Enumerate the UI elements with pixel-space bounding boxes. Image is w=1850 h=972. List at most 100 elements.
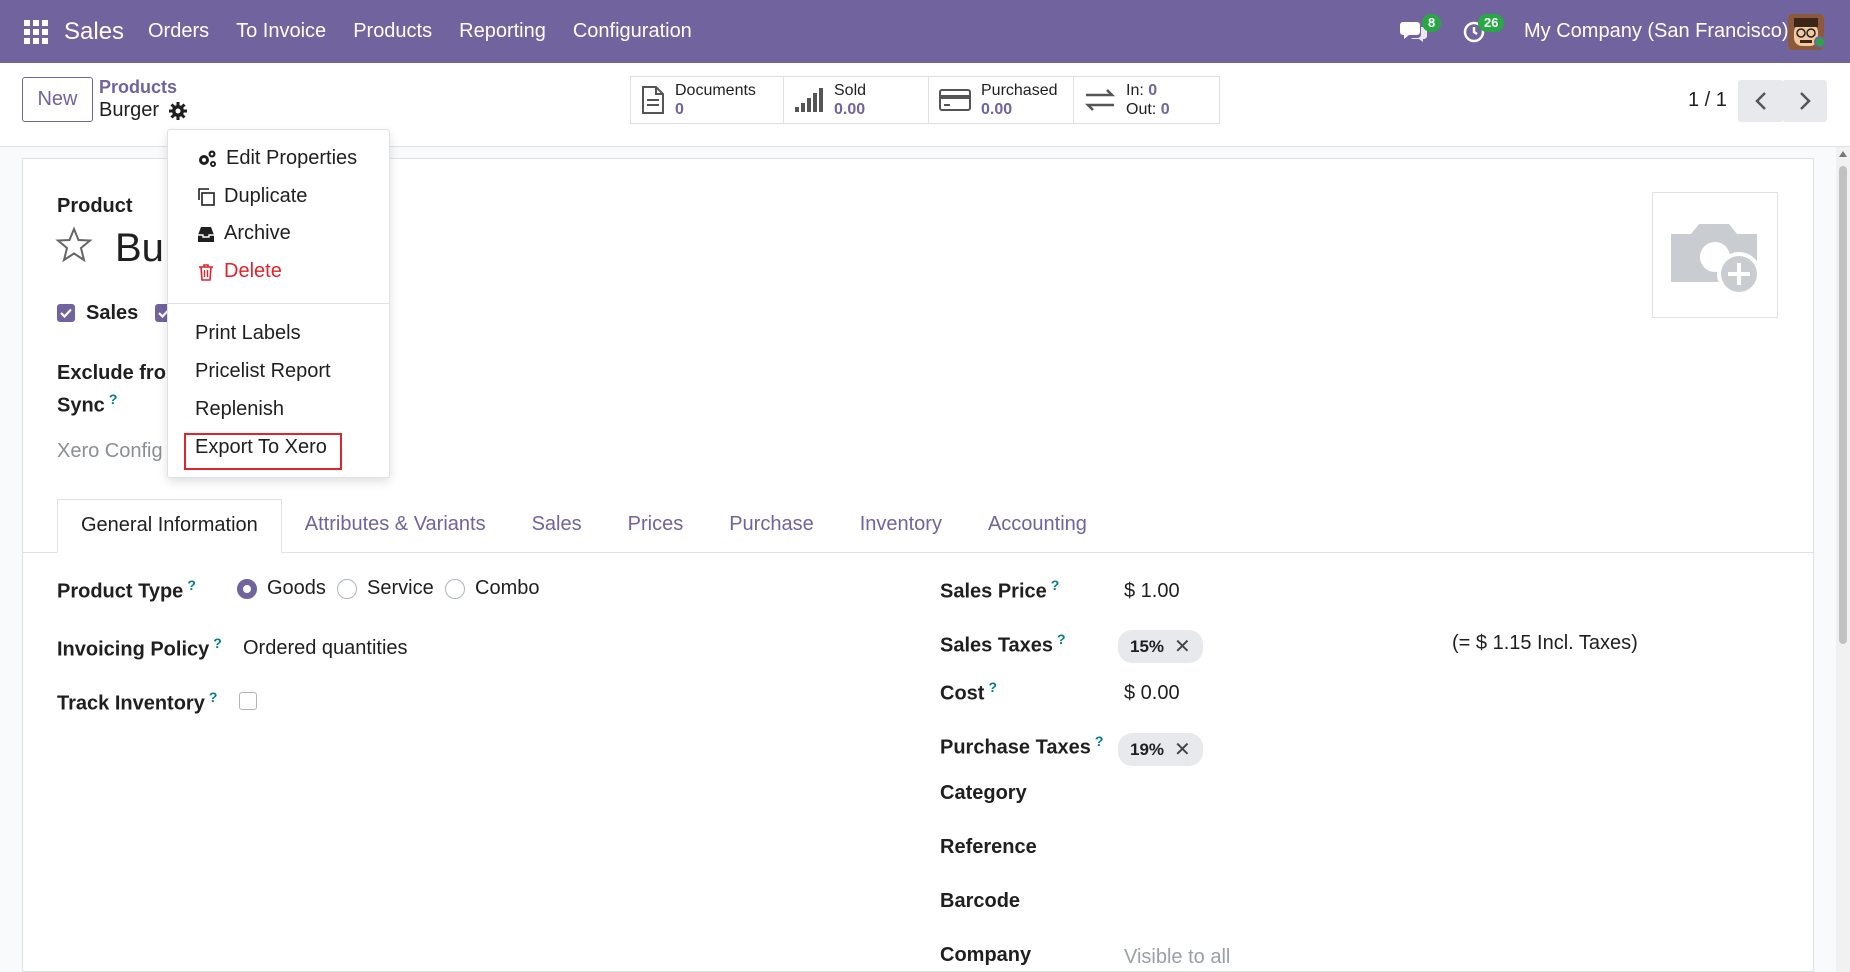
- tab-general-information[interactable]: General Information: [57, 499, 282, 553]
- document-icon: [642, 86, 664, 114]
- product-type-label: Product Type?: [57, 577, 196, 603]
- category-label: Category: [940, 782, 1027, 804]
- menu-to-invoice[interactable]: To Invoice: [236, 20, 326, 43]
- tab-sales[interactable]: Sales: [509, 499, 605, 553]
- scrollbar-thumb[interactable]: [1839, 166, 1847, 644]
- app-brand[interactable]: Sales: [64, 18, 124, 46]
- product-type-combo-label: Combo: [475, 577, 540, 599]
- archive-item[interactable]: Archive: [196, 222, 291, 245]
- export-to-xero-highlight: [184, 433, 342, 470]
- sales-tax-tag-label: 15%: [1130, 636, 1165, 656]
- cost-field[interactable]: $ 0.00: [1124, 682, 1180, 705]
- cost-label: Cost?: [940, 679, 998, 705]
- sales-checkbox-label: Sales: [86, 302, 139, 324]
- product-type-goods-radio[interactable]: [237, 579, 257, 599]
- remove-tag-icon[interactable]: ✕: [1174, 634, 1191, 659]
- duplicate-item[interactable]: Duplicate: [196, 185, 307, 208]
- purchase-taxes-label: Purchase Taxes?: [940, 733, 1104, 759]
- product-type-goods-label: Goods: [267, 577, 326, 599]
- incl-taxes-text: (= $ 1.15 Incl. Taxes): [1452, 632, 1638, 654]
- product-name-field[interactable]: Bu: [115, 226, 164, 271]
- form-tabs: General Information Attributes & Variant…: [57, 499, 1110, 553]
- dropdown-divider: [168, 303, 389, 304]
- in-value: 0: [1148, 82, 1158, 99]
- edit-properties-label: Edit Properties: [226, 147, 358, 169]
- new-button[interactable]: New: [22, 77, 93, 122]
- product-type-service-radio[interactable]: [337, 579, 357, 599]
- archive-label: Archive: [224, 222, 291, 244]
- print-labels-item[interactable]: Print Labels: [195, 322, 301, 345]
- gear-icon[interactable]: [168, 101, 188, 121]
- menu-orders[interactable]: Orders: [148, 20, 209, 43]
- pager-value[interactable]: 1 / 1: [1688, 89, 1727, 112]
- sales-tax-tag[interactable]: 15% ✕: [1118, 630, 1203, 663]
- purchased-smart-button[interactable]: Purchased 0.00: [929, 77, 1074, 123]
- star-icon[interactable]: [55, 226, 93, 264]
- invoicing-policy-label: Invoicing Policy?: [57, 635, 222, 661]
- reference-label: Reference: [940, 836, 1037, 858]
- camera-add-icon: [1671, 224, 1761, 296]
- activity-count-badge: 26: [1478, 14, 1505, 32]
- sold-smart-button[interactable]: Sold 0.00: [784, 77, 929, 123]
- smart-buttons: Documents 0 Sold 0.00 Purchased 0.00 In:: [630, 76, 1220, 124]
- scroll-up-arrow-icon[interactable]: [1838, 150, 1848, 158]
- menu-products[interactable]: Products: [353, 20, 432, 43]
- archive-inbox-icon: [198, 226, 214, 242]
- track-inventory-checkbox[interactable]: [239, 692, 257, 710]
- remove-tag-icon[interactable]: ✕: [1174, 737, 1191, 762]
- signal-bars-icon: [795, 88, 823, 112]
- pager-next-button[interactable]: [1782, 80, 1827, 122]
- menu-configuration[interactable]: Configuration: [573, 20, 692, 43]
- out-label: Out:: [1126, 101, 1157, 118]
- delete-label: Delete: [224, 260, 282, 282]
- sales-price-field[interactable]: $ 1.00: [1124, 580, 1180, 603]
- pager-previous-button[interactable]: [1738, 80, 1783, 122]
- sales-price-label: Sales Price?: [940, 577, 1060, 603]
- company-switcher[interactable]: My Company (San Francisco): [1524, 20, 1789, 43]
- duplicate-label: Duplicate: [224, 185, 308, 207]
- barcode-label: Barcode: [940, 890, 1021, 912]
- company-field[interactable]: Visible to all: [1124, 946, 1230, 969]
- tab-prices[interactable]: Prices: [605, 499, 707, 553]
- chevron-left-icon: [1754, 92, 1766, 110]
- documents-value: 0: [675, 101, 684, 118]
- company-label: Company: [940, 944, 1032, 966]
- transfer-arrows-icon: [1084, 89, 1116, 111]
- pricelist-report-item[interactable]: Pricelist Report: [195, 360, 331, 383]
- trash-icon: [199, 263, 213, 281]
- track-inventory-label: Track Inventory?: [57, 689, 218, 715]
- top-navbar: Sales Orders To Invoice Products Reporti…: [0, 0, 1850, 63]
- sold-label: Sold: [834, 82, 867, 99]
- purchase-tax-tag[interactable]: 19% ✕: [1118, 733, 1203, 766]
- main-menu: Orders To Invoice Products Reporting Con…: [148, 20, 692, 43]
- edit-properties-item[interactable]: Edit Properties: [196, 147, 357, 170]
- in-label: In:: [1126, 82, 1144, 99]
- sales-taxes-label: Sales Taxes?: [940, 631, 1066, 657]
- tab-inventory[interactable]: Inventory: [837, 499, 965, 553]
- product-image-upload[interactable]: [1652, 192, 1778, 318]
- product-type-service-label: Service: [367, 577, 434, 599]
- tab-accounting[interactable]: Accounting: [965, 499, 1110, 553]
- delete-item[interactable]: Delete: [196, 260, 282, 283]
- out-value: 0: [1160, 101, 1170, 118]
- credit-card-icon: [939, 89, 971, 111]
- sales-checkbox[interactable]: [57, 304, 75, 322]
- online-status-dot: [1814, 36, 1826, 48]
- exclude-label-line1: Exclude fror: [57, 362, 174, 384]
- product-type-combo-radio[interactable]: [445, 579, 465, 599]
- exclude-label-line2: Sync?: [57, 391, 118, 417]
- documents-smart-button[interactable]: Documents 0: [631, 77, 784, 123]
- tab-attributes-variants[interactable]: Attributes & Variants: [282, 499, 509, 553]
- breadcrumb-parent[interactable]: Products: [99, 77, 177, 98]
- breadcrumb-current: Burger: [99, 99, 160, 121]
- purchased-value: 0.00: [981, 101, 1013, 118]
- tab-purchase[interactable]: Purchase: [706, 499, 837, 553]
- menu-reporting[interactable]: Reporting: [459, 20, 546, 43]
- purchased-label: Purchased: [981, 82, 1058, 99]
- invoicing-policy-select[interactable]: Ordered quantities: [243, 637, 408, 660]
- chat-count-badge: 8: [1422, 14, 1442, 32]
- apps-menu-icon[interactable]: [24, 20, 48, 44]
- in-out-smart-button[interactable]: In: 0 Out: 0: [1074, 77, 1219, 123]
- chevron-right-icon: [1799, 92, 1811, 110]
- replenish-item[interactable]: Replenish: [195, 398, 284, 421]
